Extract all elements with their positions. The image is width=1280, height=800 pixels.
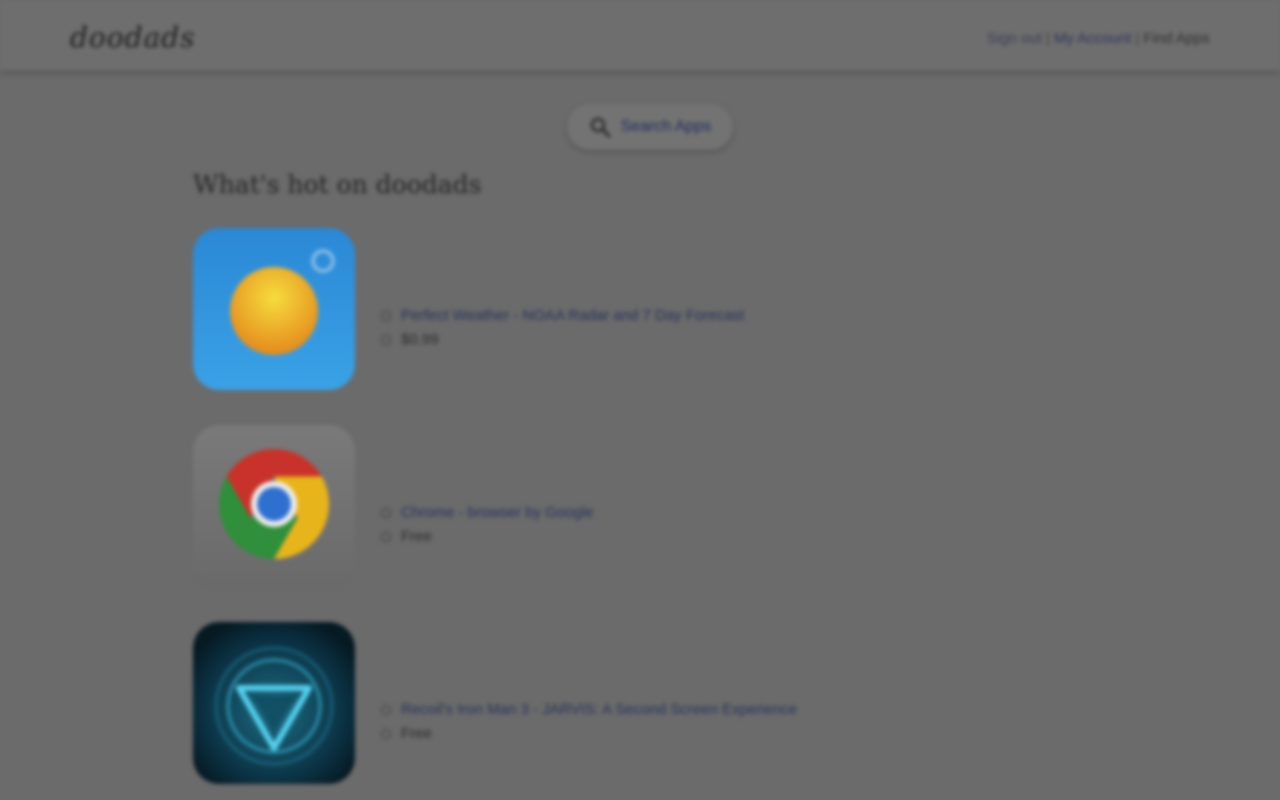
app-details: Recoil's Iron Man 3 - JARVIS: A Second S… [379, 698, 797, 746]
app-price: $0.99 [379, 328, 744, 352]
app-details: Perfect Weather - NOAA Radar and 7 Day F… [379, 304, 744, 352]
app-name-link[interactable]: Perfect Weather - NOAA Radar and 7 Day F… [379, 304, 744, 328]
app-item: Chrome - browser by Google Free [193, 425, 993, 589]
top-nav: Sign out | My Account | Find Apps [987, 31, 1210, 46]
app-price: Free [379, 722, 797, 746]
nav-separator: | [1135, 30, 1140, 47]
app-name-link[interactable]: Chrome - browser by Google [379, 501, 594, 525]
find-apps-link[interactable]: Find Apps [1143, 30, 1210, 47]
app-item: Recoil's Iron Man 3 - JARVIS: A Second S… [193, 622, 993, 786]
jarvis-icon[interactable] [193, 622, 355, 784]
chrome-icon[interactable] [193, 425, 355, 587]
app-item: Perfect Weather - NOAA Radar and 7 Day F… [193, 228, 993, 392]
weather-sun-icon[interactable] [193, 228, 355, 390]
search-apps-label: Search Apps [620, 118, 712, 135]
app-details: Chrome - browser by Google Free [379, 501, 594, 549]
logo[interactable]: doodads [70, 24, 196, 52]
page: doodads Sign out | My Account | Find Apps Se… [0, 0, 1280, 800]
search-apps-button[interactable]: Search Apps [567, 104, 733, 150]
section-title: What's hot on doodads [193, 170, 482, 199]
nav-separator: | [1045, 30, 1050, 47]
sign-in-link[interactable]: Sign out [987, 30, 1042, 47]
my-account-link[interactable]: My Account [1054, 30, 1132, 47]
search-icon [589, 116, 611, 138]
top-bar: doodads Sign out | My Account | Find Apps [0, 0, 1280, 72]
app-price: Free [379, 525, 594, 549]
app-name-link[interactable]: Recoil's Iron Man 3 - JARVIS: A Second S… [379, 698, 797, 722]
